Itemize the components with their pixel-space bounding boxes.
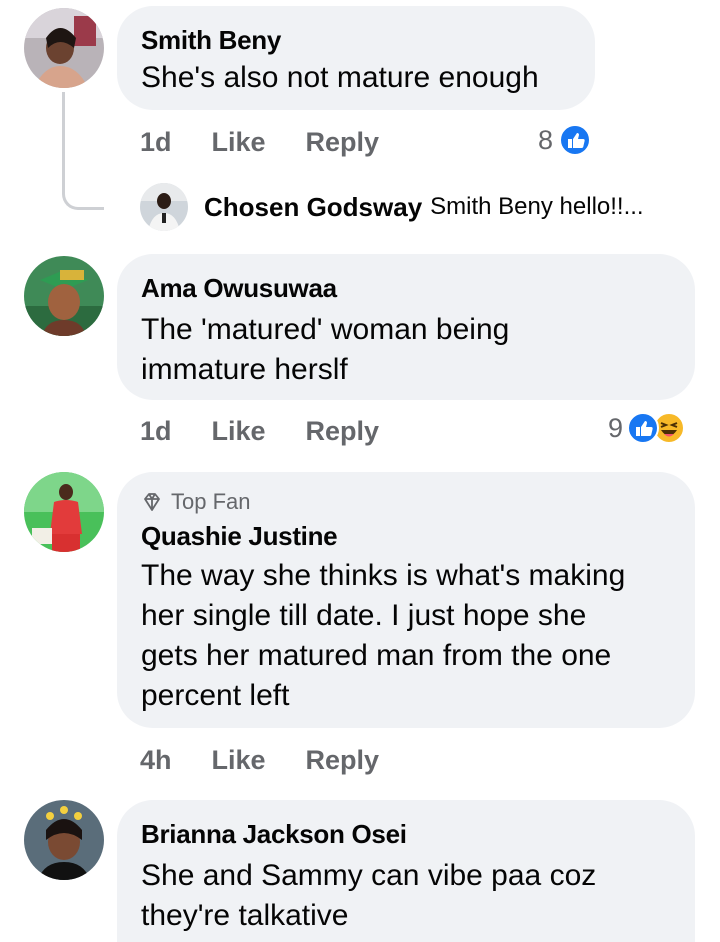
comment-author[interactable]: Brianna Jackson Osei bbox=[141, 818, 671, 850]
avatar-brianna-jackson-osei[interactable] bbox=[24, 800, 104, 880]
reply-button[interactable]: Reply bbox=[306, 740, 380, 780]
reaction-count: 9 bbox=[608, 413, 624, 443]
avatar-ama-owusuwaa[interactable] bbox=[24, 256, 104, 336]
comment-actions: 1d Like Reply bbox=[140, 122, 419, 162]
comment-author[interactable]: Smith Beny bbox=[141, 24, 571, 56]
top-fan-diamond-icon bbox=[141, 491, 165, 513]
reaction-summary[interactable]: 8 bbox=[538, 120, 592, 160]
avatar-chosen-godsway[interactable] bbox=[140, 183, 188, 231]
like-button[interactable]: Like bbox=[212, 122, 266, 162]
thread-connector-line bbox=[62, 92, 104, 210]
top-fan-label: Top Fan bbox=[171, 489, 251, 514]
comment-text-line: they're talkative bbox=[141, 899, 349, 932]
avatar-smith-beny[interactable] bbox=[24, 8, 104, 88]
comment-time[interactable]: 1d bbox=[140, 122, 172, 162]
comment-text-line: percent left bbox=[141, 679, 290, 712]
comment-actions: 1d Like Reply bbox=[140, 411, 419, 451]
comment-bubble[interactable]: Ama Owusuwaa The 'matured' woman being i… bbox=[117, 254, 695, 400]
reaction-count: 8 bbox=[538, 125, 554, 155]
comment-actions: 4h Like Reply bbox=[140, 740, 419, 780]
like-reaction-icon bbox=[559, 124, 592, 156]
like-reaction-icon bbox=[627, 412, 660, 444]
comment-text-line: The way she thinks is what's making bbox=[141, 559, 626, 592]
comment-bubble[interactable]: Brianna Jackson Osei She and Sammy can v… bbox=[117, 800, 695, 942]
comment-text-line: She and Sammy can vibe paa coz bbox=[141, 859, 597, 892]
comment-bubble[interactable]: Top Fan Quashie Justine The way she thin… bbox=[117, 472, 695, 728]
reply-preview[interactable]: Chosen Godsway Smith Beny hello!!... bbox=[140, 182, 644, 232]
like-button[interactable]: Like bbox=[212, 411, 266, 451]
avatar-quashie-justine[interactable] bbox=[24, 472, 104, 552]
like-button[interactable]: Like bbox=[212, 740, 266, 780]
top-fan-badge: Top Fan bbox=[141, 488, 671, 516]
comment-time[interactable]: 1d bbox=[140, 411, 172, 451]
reply-snippet: Smith Beny hello!!... bbox=[430, 193, 644, 220]
comment-time[interactable]: 4h bbox=[140, 740, 172, 780]
reply-author[interactable]: Chosen Godsway bbox=[204, 192, 422, 223]
comment-text: The 'matured' woman being immature hersl… bbox=[141, 310, 671, 390]
reply-button[interactable]: Reply bbox=[306, 411, 380, 451]
comment-text: She's also not mature enough bbox=[141, 61, 539, 94]
comment-author[interactable]: Quashie Justine bbox=[141, 520, 671, 552]
comment-bubble[interactable]: Smith Beny She's also not mature enough bbox=[117, 6, 595, 110]
comment-author[interactable]: Ama Owusuwaa bbox=[141, 272, 671, 304]
comment-text: The way she thinks is what's making her … bbox=[141, 556, 671, 716]
comment-text-line: The 'matured' woman being bbox=[141, 313, 510, 346]
comment-text-line: gets her matured man from the one bbox=[141, 639, 612, 672]
comment-text-line: her single till date. I just hope she bbox=[141, 599, 587, 632]
comment-text: She and Sammy can vibe paa coz they're t… bbox=[141, 856, 671, 936]
comment-text-line: immature herslf bbox=[141, 353, 348, 386]
reaction-summary[interactable]: 9 bbox=[608, 408, 686, 448]
reply-button[interactable]: Reply bbox=[306, 122, 380, 162]
